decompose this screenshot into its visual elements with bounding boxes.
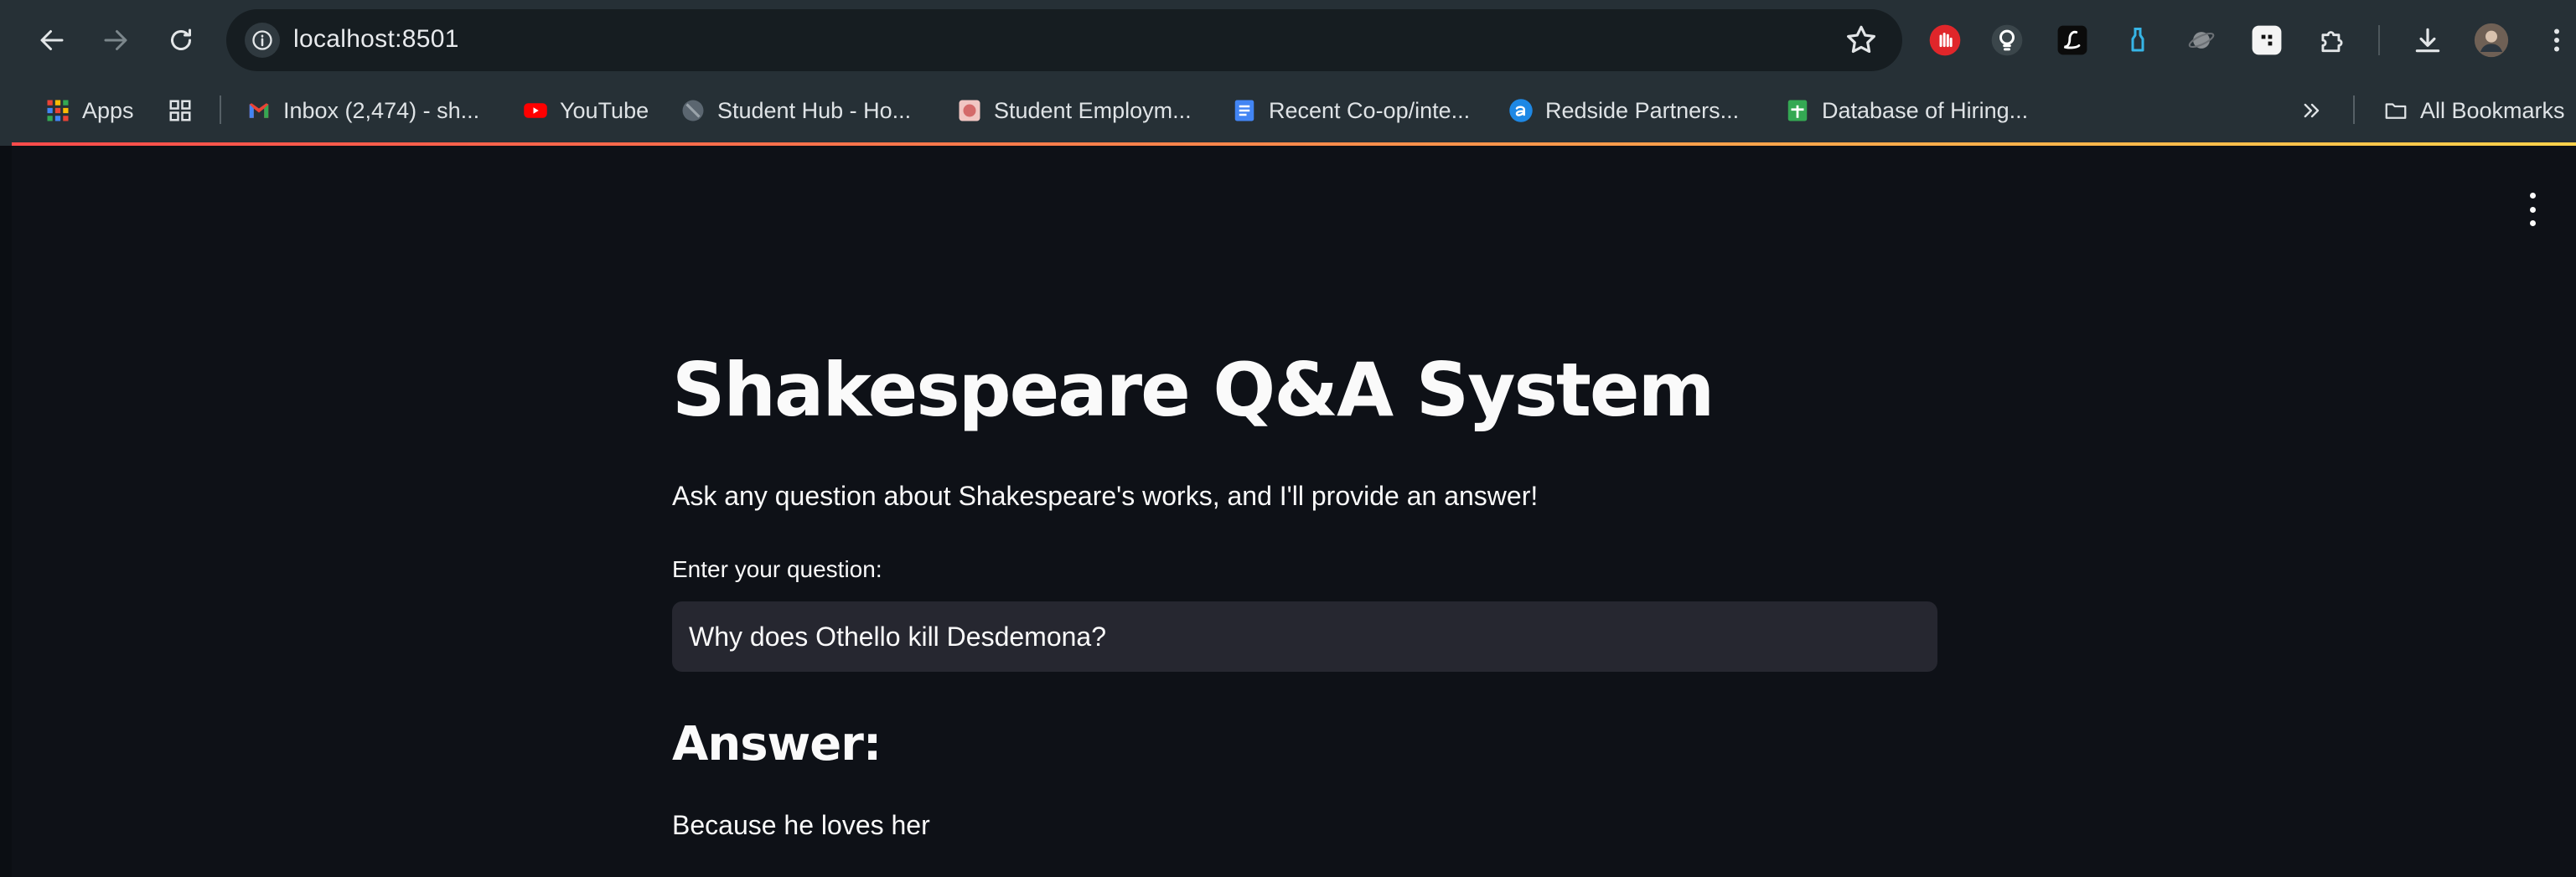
- apps-grid-icon: [45, 98, 70, 123]
- bookmark-apps[interactable]: Apps: [45, 95, 134, 126]
- folder-icon: [2383, 98, 2408, 123]
- address-bar[interactable]: localhost:8501: [226, 9, 1902, 71]
- puzzle-game-extension-icon[interactable]: [2249, 23, 2284, 58]
- reload-icon: [171, 28, 191, 50]
- redside-icon: [1508, 98, 1534, 123]
- bookmark-label: Student Hub - Ho...: [717, 97, 912, 123]
- student-employment-icon: [957, 98, 982, 123]
- site-info-icon[interactable]: [245, 23, 280, 58]
- reload-button[interactable]: [161, 20, 201, 60]
- bookmark-label: Student Employm...: [994, 97, 1192, 123]
- bookmark-label: Apps: [82, 97, 134, 123]
- bookmarks-bar: Apps Inbox (2,474) - sh... YouTube Stude…: [0, 80, 2576, 141]
- question-input[interactable]: [672, 601, 1937, 672]
- bookmark-star-icon[interactable]: [1844, 23, 1879, 58]
- bookmark-label: Redside Partners...: [1545, 97, 1740, 123]
- bookmark-label: YouTube: [560, 97, 649, 123]
- bookmark-database-hiring[interactable]: Database of Hiring...: [1785, 95, 2028, 126]
- bookmark-recent-coop[interactable]: Recent Co-op/inte...: [1232, 95, 1470, 126]
- google-docs-icon: [1232, 98, 1257, 123]
- menu-dot: [2529, 220, 2536, 226]
- l-script-extension-icon[interactable]: [2055, 23, 2090, 58]
- bookmark-youtube[interactable]: YouTube: [523, 95, 649, 126]
- download-icon[interactable]: [2410, 23, 2445, 58]
- chevron-double-right-icon: [2299, 98, 2325, 123]
- browser-toolbar: localhost:8501: [0, 0, 2576, 80]
- browser-menu-icon[interactable]: [2539, 23, 2574, 58]
- all-bookmarks-label: All Bookmarks: [2420, 97, 2565, 123]
- url-text[interactable]: localhost:8501: [293, 25, 459, 54]
- student-hub-icon: [680, 98, 706, 123]
- streamlit-app: Shakespeare Q&A System Ask any question …: [12, 146, 2576, 877]
- profile-avatar-icon[interactable]: [2474, 23, 2509, 58]
- forward-button[interactable]: [96, 20, 136, 60]
- bookmark-label: Inbox (2,474) - sh...: [283, 97, 480, 123]
- bookmark-student-hub[interactable]: Student Hub - Ho...: [680, 95, 911, 126]
- lightbulb-extension-icon[interactable]: [1989, 23, 2025, 58]
- bookmark-student-employment[interactable]: Student Employm...: [957, 95, 1192, 126]
- google-sheets-icon: [1785, 98, 1810, 123]
- menu-dot: [2529, 206, 2536, 213]
- window-left-edge: [0, 146, 12, 877]
- page-title: Shakespeare Q&A System: [672, 347, 1715, 433]
- bookmarks-divider: [220, 95, 221, 124]
- page-subtitle: Ask any question about Shakespeare's wor…: [672, 481, 1539, 511]
- extensions-puzzle-icon[interactable]: [2315, 23, 2350, 58]
- bookmarks-divider: [2353, 95, 2355, 124]
- all-bookmarks-button[interactable]: All Bookmarks: [2383, 95, 2565, 126]
- tab-groups-button[interactable]: [168, 95, 193, 126]
- planet-extension-icon[interactable]: [2184, 23, 2219, 58]
- bottle-extension-icon[interactable]: [2120, 23, 2155, 58]
- more-bookmarks-button[interactable]: [2299, 95, 2325, 126]
- tab-grid-icon: [168, 98, 193, 123]
- bookmark-redside[interactable]: Redside Partners...: [1508, 95, 1739, 126]
- bookmark-label: Database of Hiring...: [1822, 97, 2029, 123]
- menu-dot: [2529, 193, 2536, 199]
- bookmark-gmail[interactable]: Inbox (2,474) - sh...: [246, 95, 479, 126]
- browser-chrome: localhost:8501 Apps Inbox (2,474) - sh..…: [0, 0, 2576, 146]
- answer-heading: Answer:: [672, 717, 882, 771]
- bookmark-label: Recent Co-op/inte...: [1269, 97, 1471, 123]
- question-label: Enter your question:: [672, 556, 882, 582]
- answer-text: Because he loves her: [672, 810, 930, 840]
- arrow-right-icon: [104, 30, 127, 50]
- toolbar-divider: [2378, 25, 2380, 55]
- adblock-extension-icon[interactable]: [1927, 23, 1963, 58]
- back-button[interactable]: [32, 20, 72, 60]
- app-main-menu-button[interactable]: [2522, 193, 2542, 226]
- youtube-icon: [523, 98, 548, 123]
- gmail-icon: [246, 98, 272, 123]
- arrow-left-icon: [40, 30, 64, 50]
